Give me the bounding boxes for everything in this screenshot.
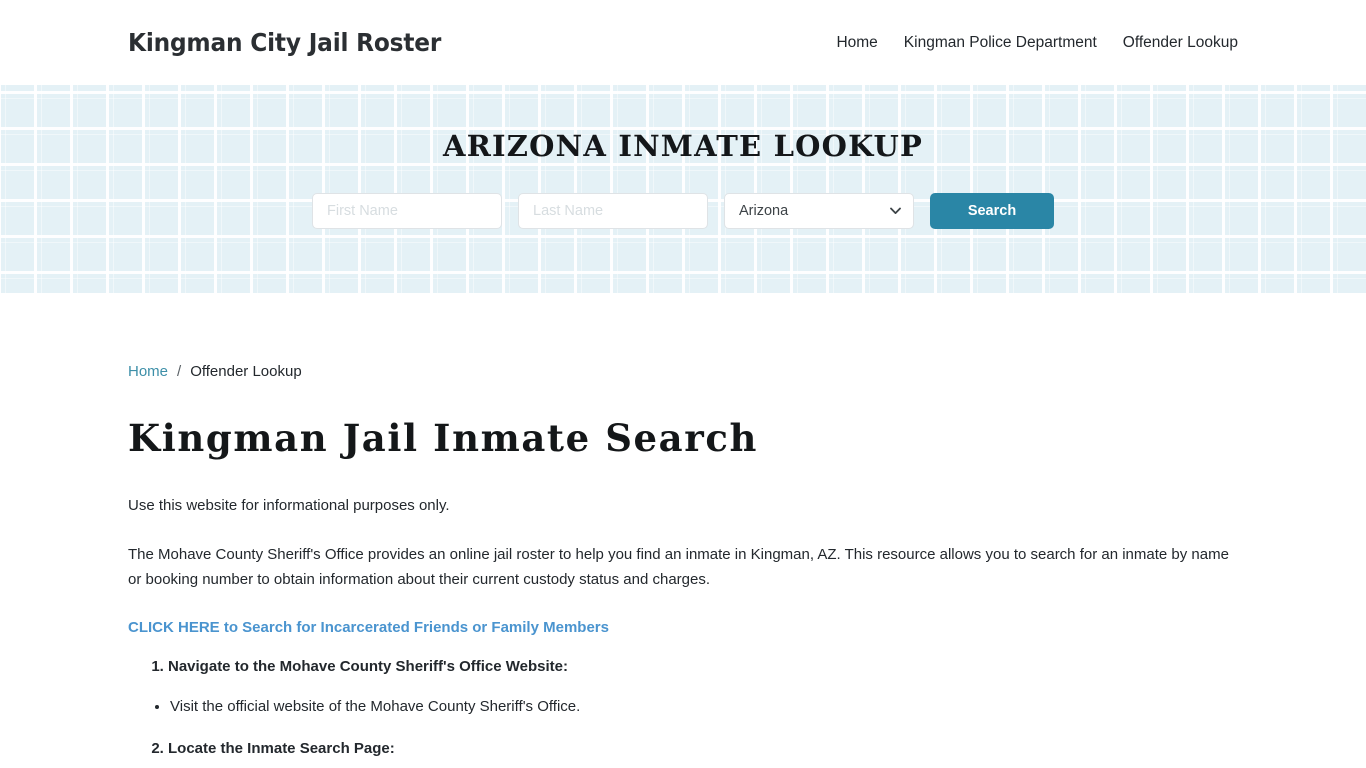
nav-item-offender-lookup[interactable]: Offender Lookup [1123, 34, 1238, 52]
list-item: Visit the official website of the Mohave… [170, 695, 1238, 719]
first-name-input[interactable] [312, 193, 502, 229]
last-name-input[interactable] [518, 193, 708, 229]
instruction-steps-continued: Locate the Inmate Search Page: [128, 737, 1238, 761]
hero-title: ARIZONA INMATE LOOKUP [443, 129, 923, 163]
site-header: Kingman City Jail Roster Home Kingman Po… [0, 0, 1366, 85]
main-navigation: Home Kingman Police Department Offender … [836, 34, 1238, 52]
list-item: Locate the Inmate Search Page: [168, 737, 1238, 761]
breadcrumb: Home / Offender Lookup [128, 293, 1238, 380]
site-title: Kingman City Jail Roster [128, 28, 442, 57]
intro-paragraph: Use this website for informational purpo… [128, 497, 450, 514]
inmate-search-form: Arizona Search [0, 193, 1366, 229]
instruction-steps: Navigate to the Mohave County Sheriff's … [128, 655, 1238, 679]
state-select[interactable]: Arizona [724, 193, 914, 229]
breadcrumb-separator: / [177, 363, 182, 380]
description-paragraph: The Mohave County Sheriff's Office provi… [128, 546, 1229, 588]
page-title: Kingman Jail Inmate Search [128, 416, 758, 460]
breadcrumb-item-home[interactable]: Home [128, 363, 168, 380]
nav-item-kingman-police-department[interactable]: Kingman Police Department [904, 34, 1097, 52]
breadcrumb-item-current: Offender Lookup [190, 363, 302, 380]
main-content: Home / Offender Lookup Kingman Jail Inma… [0, 293, 1366, 761]
list-item: Navigate to the Mohave County Sheriff's … [168, 655, 1238, 679]
instruction-substeps: Visit the official website of the Mohave… [128, 695, 1238, 719]
nav-item-home[interactable]: Home [836, 34, 877, 52]
hero-banner: ARIZONA INMATE LOOKUP Arizona Search [0, 85, 1366, 293]
search-cta-link[interactable]: CLICK HERE to Search for Incarcerated Fr… [128, 619, 609, 636]
state-select-wrapper: Arizona [724, 193, 914, 229]
search-button[interactable]: Search [930, 193, 1054, 229]
